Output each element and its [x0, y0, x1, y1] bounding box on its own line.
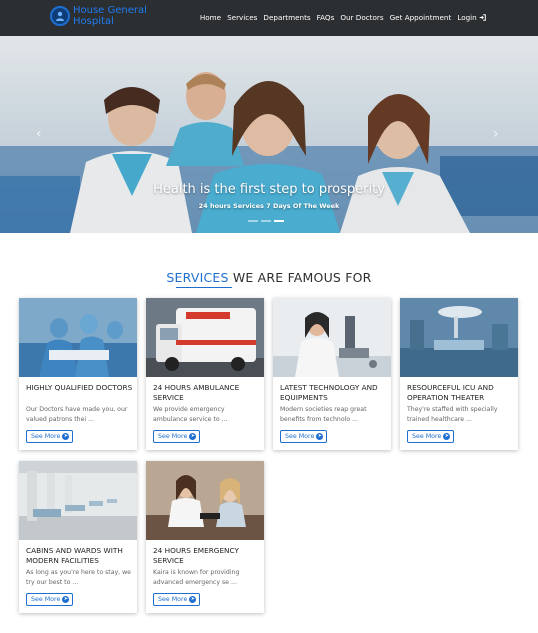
service-image-ambulance [146, 298, 264, 377]
see-more-label: See More [31, 433, 61, 440]
nav-item-services[interactable]: Services [227, 13, 257, 22]
see-more-label: See More [158, 433, 188, 440]
see-more-button[interactable]: See More ➤ [407, 430, 455, 443]
arrow-circle-right-icon: ➤ [189, 433, 197, 440]
service-image-doctors [19, 298, 137, 377]
service-title: 24 HOURS AMBULANCE SERVICE [153, 383, 240, 402]
service-title: RESOURCEFUL ICU AND OPERATION THEATER [407, 383, 494, 402]
arrow-circle-right-icon: ➤ [62, 596, 70, 603]
see-more-button[interactable]: See More ➤ [280, 430, 328, 443]
service-description: Modern societies reap great benefits fro… [280, 406, 367, 423]
carousel-prev-button[interactable]: ‹ [36, 126, 42, 142]
service-description: Kaira is known for providing advanced em… [153, 569, 240, 586]
nav-item-faqs[interactable]: FAQs [317, 13, 335, 22]
login-label: Login [457, 13, 477, 22]
service-image-technology [273, 298, 391, 377]
see-more-label: See More [158, 596, 188, 603]
nav-item-departments[interactable]: Departments [263, 13, 310, 22]
service-description: We provide emergency ambulance service t… [153, 406, 228, 423]
service-description: They're staffed with specially trained h… [407, 406, 498, 423]
nav-item-our-doctors[interactable]: Our Doctors [340, 13, 383, 22]
arrow-circle-right-icon: ➤ [443, 433, 451, 440]
chevron-right-icon: › [493, 126, 499, 142]
service-card-technology: LATEST TECHNOLOGY AND EQUIPMENTS Modern … [273, 298, 391, 450]
nav-menu: Home Services Departments FAQs Our Docto… [200, 13, 486, 22]
nav-item-get-appointment[interactable]: Get Appointment [390, 13, 452, 22]
top-navbar: House General Hospital Home Services Dep… [0, 0, 538, 36]
chevron-left-icon: ‹ [36, 126, 42, 142]
service-card-emergency: 24 HOURS EMERGENCY SERVICE Kaira is know… [146, 461, 264, 613]
service-title: 24 HOURS EMERGENCY SERVICE [153, 546, 239, 565]
service-card-doctors: HIGHLY QUALIFIED DOCTORS Our Doctors hav… [19, 298, 137, 450]
service-image-emergency [146, 461, 264, 540]
brand-name-line2: Hospital [73, 16, 114, 27]
brand-link[interactable]: House General Hospital [50, 5, 147, 27]
arrow-circle-right-icon: ➤ [62, 433, 70, 440]
services-heading-accent: SERVICES [166, 270, 229, 285]
carousel-indicators [248, 220, 284, 222]
service-title: HIGHLY QUALIFIED DOCTORS [26, 383, 133, 392]
see-more-button[interactable]: See More ➤ [26, 430, 74, 443]
hospital-logo-icon [50, 6, 70, 26]
service-title: CABINS AND WARDS WITH MODERN FACILITIES [26, 546, 123, 565]
service-description: As long as you're here to stay, we try o… [26, 569, 131, 586]
carousel-indicator-1[interactable] [248, 220, 258, 222]
nav-item-login[interactable]: Login [457, 13, 486, 22]
nav-item-home[interactable]: Home [200, 13, 221, 22]
service-card-ambulance: 24 HOURS AMBULANCE SERVICE We provide em… [146, 298, 264, 450]
carousel-next-button[interactable]: › [493, 126, 499, 142]
service-card-cabins: CABINS AND WARDS WITH MODERN FACILITIES … [19, 461, 137, 613]
arrow-circle-right-icon: ➤ [316, 433, 324, 440]
service-card-icu: RESOURCEFUL ICU AND OPERATION THEATER Th… [400, 298, 518, 450]
hero-carousel: ‹ › Health is the first step to prosperi… [0, 36, 538, 233]
see-more-button[interactable]: See More ➤ [26, 593, 74, 606]
services-heading: SERVICES WE ARE FAMOUS FOR [0, 270, 538, 285]
brand-name-line1: House General [73, 5, 147, 16]
service-description: Our Doctors have made you, our valued pa… [26, 406, 128, 423]
heading-underline [176, 287, 232, 288]
service-title: LATEST TECHNOLOGY AND EQUIPMENTS [280, 383, 378, 402]
carousel-indicator-3[interactable] [274, 220, 284, 222]
see-more-label: See More [285, 433, 315, 440]
arrow-circle-right-icon: ➤ [189, 596, 197, 603]
see-more-label: See More [412, 433, 442, 440]
see-more-button[interactable]: See More ➤ [153, 430, 201, 443]
hero-subtitle: 24 hours Services 7 Days Of The Week [198, 202, 340, 210]
see-more-label: See More [31, 596, 61, 603]
services-heading-rest: WE ARE FAMOUS FOR [228, 270, 372, 285]
service-image-cabins [19, 461, 137, 540]
see-more-button[interactable]: See More ➤ [153, 593, 201, 606]
login-icon [479, 14, 486, 21]
carousel-indicator-2[interactable] [261, 220, 271, 222]
hero-title: Health is the first step to prosperity [153, 182, 385, 197]
brand-name: House General Hospital [73, 5, 147, 27]
service-image-icu [400, 298, 518, 377]
